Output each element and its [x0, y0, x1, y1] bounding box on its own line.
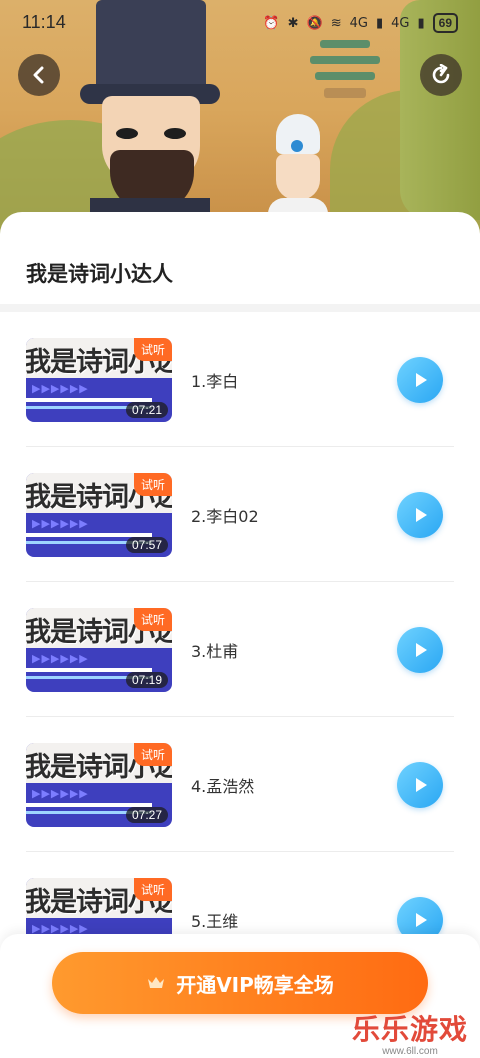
battery-icon: 69 — [432, 13, 458, 33]
duration-badge: 07:27 — [125, 807, 168, 823]
arrows-decoration: ▶▶▶▶▶▶ — [32, 517, 89, 530]
status-icons: ⏰ ✱ 🔕 ≋ 4G ▮ 4G ▮ 69 — [263, 13, 458, 33]
episode-name[interactable]: 5.王维 — [191, 908, 238, 932]
signal-icon: ▮ — [375, 15, 384, 31]
play-icon — [416, 508, 427, 522]
episode-thumbnail[interactable]: 我是诗词小达人 ▶▶▶▶▶▶ 试听 07:19 — [26, 608, 172, 692]
episode-thumbnail[interactable]: 我是诗词小达人 ▶▶▶▶▶▶ 试听 07:27 — [26, 743, 172, 827]
watermark-text: 乐乐游戏 — [351, 1013, 468, 1046]
trial-badge: 试听 — [133, 473, 172, 496]
arrows-decoration: ▶▶▶▶▶▶ — [32, 382, 89, 395]
signal-label: 4G — [391, 15, 410, 31]
signal-icon: ▮ — [417, 15, 425, 31]
play-button[interactable] — [397, 627, 443, 673]
signal-label: 4G — [349, 15, 368, 31]
play-button[interactable] — [397, 357, 443, 403]
section-divider — [0, 304, 480, 312]
duration-badge: 07:19 — [125, 672, 168, 688]
pagoda-illustration — [310, 40, 380, 100]
wifi-icon: ≋ — [330, 15, 342, 31]
course-title: 我是诗词小达人 — [26, 262, 173, 286]
status-bar: 11:14 ⏰ ✱ 🔕 ≋ 4G ▮ 4G ▮ 69 — [0, 0, 480, 44]
trial-badge: 试听 — [133, 608, 172, 631]
mute-icon: 🔕 — [306, 15, 323, 31]
trial-badge: 试听 — [133, 338, 172, 361]
episode-item[interactable]: 我是诗词小达人 ▶▶▶▶▶▶ 试听 07:21 1.李白 — [0, 312, 480, 447]
share-button[interactable] — [420, 54, 462, 96]
episode-thumbnail[interactable]: 我是诗词小达人 ▶▶▶▶▶▶ 试听 07:21 — [26, 338, 172, 422]
play-icon — [416, 373, 427, 387]
back-button[interactable] — [18, 54, 60, 96]
vip-button[interactable]: 开通VIP畅享全场 — [52, 952, 428, 1014]
crown-icon — [148, 977, 165, 988]
trial-badge: 试听 — [133, 743, 172, 766]
clock: 11:14 — [22, 12, 66, 32]
episode-name[interactable]: 2.李白02 — [191, 503, 259, 527]
play-button[interactable] — [397, 762, 443, 808]
bluetooth-icon: ✱ — [287, 15, 299, 31]
play-button[interactable] — [397, 492, 443, 538]
play-icon — [416, 778, 427, 792]
play-icon — [416, 643, 427, 657]
duration-badge: 07:21 — [125, 402, 168, 418]
arrows-decoration: ▶▶▶▶▶▶ — [32, 787, 89, 800]
trial-badge: 试听 — [133, 878, 172, 901]
episode-item[interactable]: 我是诗词小达人 ▶▶▶▶▶▶ 试听 07:57 2.李白02 — [0, 447, 480, 582]
vip-button-label: 开通VIP畅享全场 — [176, 972, 334, 997]
episode-item[interactable]: 我是诗词小达人 ▶▶▶▶▶▶ 试听 07:19 3.杜甫 — [0, 582, 480, 717]
duration-badge: 07:57 — [125, 537, 168, 553]
episode-name[interactable]: 4.孟浩然 — [191, 773, 254, 797]
site-watermark: 乐乐游戏 www.6ll.com — [352, 1008, 468, 1057]
share-icon — [432, 64, 450, 84]
episode-thumbnail[interactable]: 我是诗词小达人 ▶▶▶▶▶▶ 试听 07:57 — [26, 473, 172, 557]
episode-item[interactable]: 我是诗词小达人 ▶▶▶▶▶▶ 试听 07:27 4.孟浩然 — [0, 717, 480, 852]
chevron-left-icon — [33, 66, 44, 84]
arrows-decoration: ▶▶▶▶▶▶ — [32, 652, 89, 665]
play-icon — [416, 913, 427, 927]
episode-name[interactable]: 1.李白 — [191, 368, 238, 392]
alarm-icon: ⏰ — [263, 15, 280, 31]
episode-name[interactable]: 3.杜甫 — [191, 638, 238, 662]
